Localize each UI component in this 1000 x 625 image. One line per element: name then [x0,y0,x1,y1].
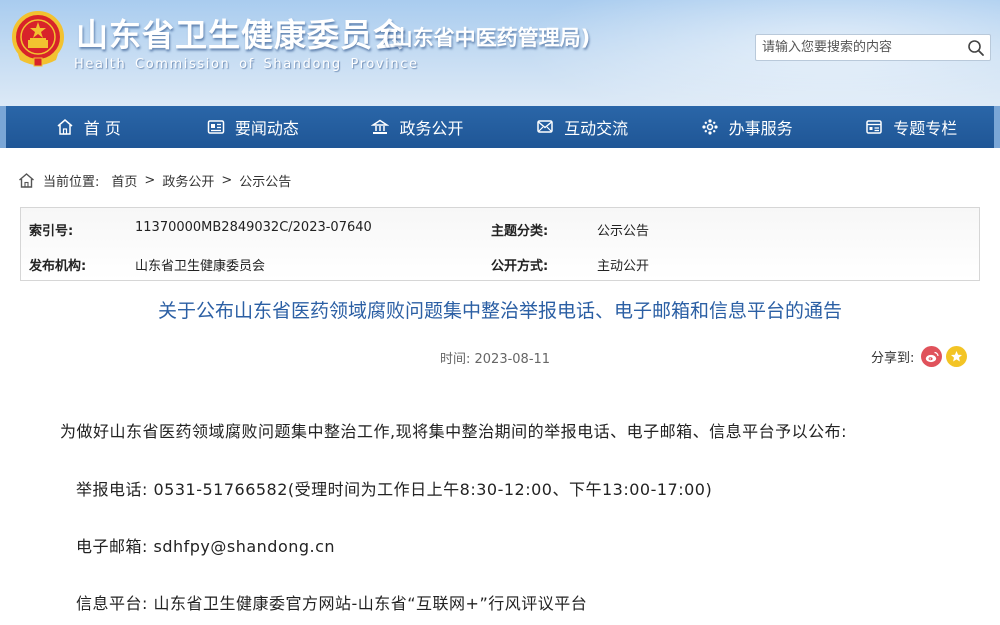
site-title[interactable]: 山东省卫生健康委员会 [76,10,406,54]
breadcrumb-label: 当前位置: [43,174,100,190]
search-input[interactable] [756,35,962,60]
nav-item-service[interactable]: 办事服务 [664,106,829,148]
site-english-title: Health Commission of Shandong Province [74,57,419,72]
site-subtitle: (山东省中医药管理局) [382,26,591,50]
article-paragraph: 为做好山东省医药领域腐败问题集中整治工作,现将集中整治期间的举报电话、电子邮箱、… [60,422,847,441]
breadcrumb: 当前位置: 首页 > 政务公开 > 公示公告 [18,168,291,192]
home-icon [19,172,34,188]
interaction-icon [537,120,553,133]
nav-item-label: 首 页 [83,119,121,138]
breadcrumb-separator: > [144,172,156,188]
issuer-label: 发布机构: [29,259,87,274]
breadcrumb-notice-link[interactable]: 公示公告 [239,171,291,190]
star-icon [951,351,963,362]
info-table: 索引号: 11370000MB2849032C/2023-07640 主题分类:… [20,207,980,281]
article-paragraph-phone: 举报电话: 0531-51766582(受理时间为工作日上午8:30-12:00… [76,480,713,499]
breadcrumb-separator: > [221,172,233,188]
nav-item-label: 要闻动态 [234,119,299,138]
nav-item-topic[interactable]: 专题专栏 [829,106,994,148]
mode-value: 主动公开 [597,259,650,274]
weibo-share-button[interactable] [921,346,943,367]
national-emblem-icon [12,11,64,67]
issuer-value: 山东省卫生健康委员会 [135,259,266,274]
topic-label: 主题分类: [491,224,549,239]
article-paragraph-platform: 信息平台: 山东省卫生健康委官方网站-山东省“互联网+”行风评议平台 [76,594,588,613]
main-nav: 首 页 要闻动态 政务公开 互动交流 办事服务 专题专栏 [0,106,1000,148]
topic-value: 公示公告 [597,224,650,239]
breadcrumb-home-link[interactable]: 首页 [111,171,137,190]
nav-item-label: 专题专栏 [893,119,958,138]
favorite-share-button[interactable] [946,346,968,367]
nav-item-label: 互动交流 [564,119,629,138]
site-header: 山东省卫生健康委员会 (山东省中医药管理局) Health Commission… [0,0,1000,106]
index-label: 索引号: [29,224,74,239]
home-icon [57,119,73,135]
breadcrumb-government-link[interactable]: 政务公开 [162,171,214,190]
nav-item-government[interactable]: 政务公开 [335,106,500,148]
share-bar: 分享到: [871,346,968,367]
nav-item-news[interactable]: 要闻动态 [171,106,336,148]
article-time: 时间: 2023-08-11 [440,352,551,367]
nav-item-label: 办事服务 [728,119,793,138]
government-icon [371,119,390,134]
mode-label: 公开方式: [491,259,549,274]
nav-item-home[interactable]: 首 页 [6,106,171,148]
share-label: 分享到: [871,351,915,366]
news-icon [207,120,225,134]
nav-item-label: 政务公开 [399,119,464,138]
nav-item-interaction[interactable]: 互动交流 [500,106,665,148]
service-icon [702,119,718,135]
article-paragraph-email: 电子邮箱: sdhfpy@shandong.cn [76,537,336,556]
index-value: 11370000MB2849032C/2023-07640 [135,220,372,235]
search-icon[interactable] [967,39,985,57]
article-title: 关于公布山东省医药领域腐败问题集中整治举报电话、电子邮箱和信息平台的通告 [157,300,842,322]
search-box [755,34,991,61]
weibo-icon [925,351,939,362]
topic-icon [866,120,882,134]
